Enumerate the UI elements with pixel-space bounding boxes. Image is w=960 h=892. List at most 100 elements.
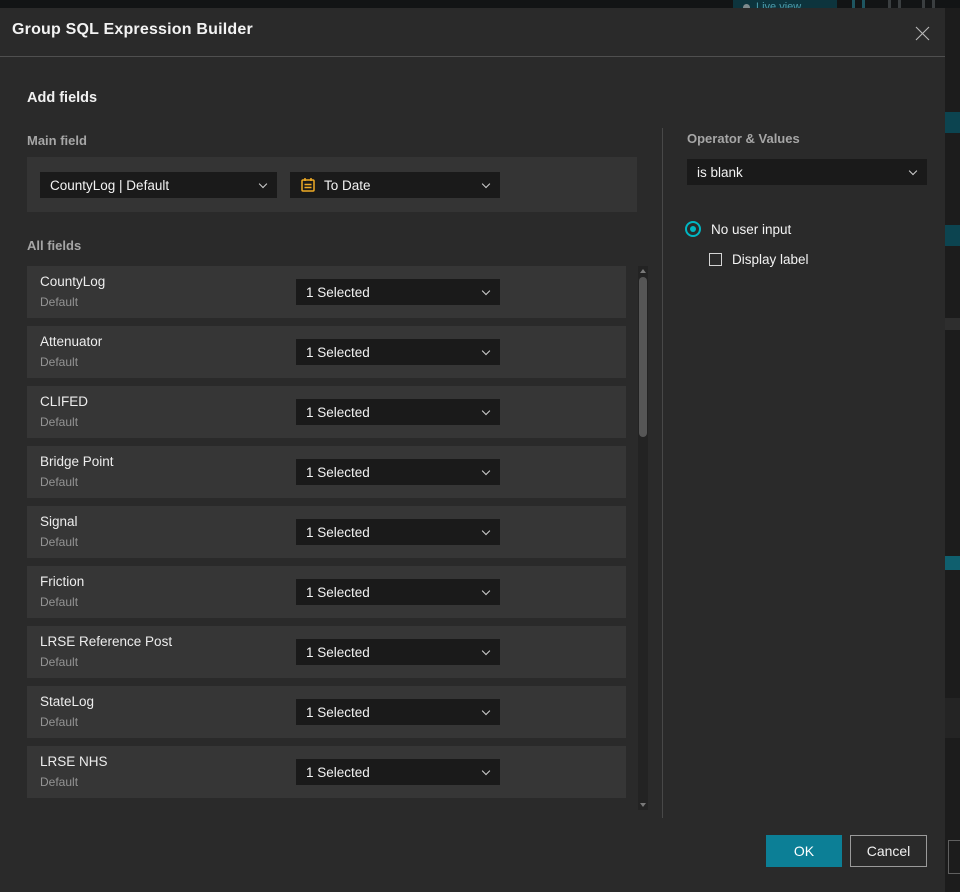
row-selection-value: 1 Selected bbox=[306, 344, 370, 360]
row-selection-value: 1 Selected bbox=[306, 764, 370, 780]
field-row: CLIFED Default 1 Selected bbox=[27, 386, 626, 438]
background-fragment bbox=[945, 698, 960, 738]
field-name: Signal bbox=[40, 514, 78, 529]
background-fragment bbox=[945, 225, 960, 246]
chevron-down-icon bbox=[481, 586, 491, 596]
row-selection-select[interactable]: 1 Selected bbox=[296, 759, 500, 785]
row-selection-value: 1 Selected bbox=[306, 704, 370, 720]
radio-icon bbox=[685, 221, 701, 237]
row-selection-value: 1 Selected bbox=[306, 584, 370, 600]
toolbar-bar-icon bbox=[898, 0, 901, 8]
field-sublabel: Default bbox=[40, 415, 79, 429]
row-selection-value: 1 Selected bbox=[306, 644, 370, 660]
chevron-down-icon bbox=[481, 706, 491, 716]
chevron-down-icon bbox=[481, 526, 491, 536]
background-app-topbar: Live view bbox=[0, 0, 960, 8]
scrollbar-up-arrow-icon[interactable] bbox=[640, 269, 646, 273]
field-sublabel: Default bbox=[40, 775, 79, 789]
field-row: StateLog Default 1 Selected bbox=[27, 686, 626, 738]
toolbar-bar-icon bbox=[852, 0, 855, 8]
toolbar-bar-icon bbox=[922, 0, 925, 8]
row-selection-select[interactable]: 1 Selected bbox=[296, 579, 500, 605]
live-view-button[interactable]: Live view bbox=[733, 0, 837, 8]
operator-select[interactable]: is blank bbox=[687, 159, 927, 185]
field-sublabel: Default bbox=[40, 715, 79, 729]
field-row: LRSE NHS Default 1 Selected bbox=[27, 746, 626, 798]
field-sublabel: Default bbox=[40, 535, 79, 549]
row-selection-select[interactable]: 1 Selected bbox=[296, 339, 500, 365]
no-user-input-radio[interactable]: No user input bbox=[685, 221, 791, 237]
row-selection-select[interactable]: 1 Selected bbox=[296, 399, 500, 425]
dialog-title: Group SQL Expression Builder bbox=[12, 21, 253, 38]
field-row: Attenuator Default 1 Selected bbox=[27, 326, 626, 378]
no-user-input-label: No user input bbox=[711, 221, 792, 237]
field-name: Bridge Point bbox=[40, 454, 114, 469]
all-fields-label: All fields bbox=[27, 238, 82, 253]
scrollbar-thumb[interactable] bbox=[639, 277, 647, 437]
background-fragment bbox=[945, 556, 960, 570]
display-label-checkbox[interactable]: Display label bbox=[709, 252, 809, 267]
calendar-icon bbox=[300, 177, 316, 193]
checkbox-icon bbox=[709, 253, 722, 266]
live-view-label: Live view bbox=[756, 1, 802, 8]
screen: Live view Group SQL Expression Builder A… bbox=[0, 0, 960, 892]
date-field-select[interactable]: To Date bbox=[290, 172, 500, 198]
field-row: CountyLog Default 1 Selected bbox=[27, 266, 626, 318]
add-fields-heading: Add fields bbox=[27, 90, 98, 106]
chevron-down-icon bbox=[481, 766, 491, 776]
operator-select-value: is blank bbox=[697, 164, 743, 180]
background-fragment bbox=[945, 112, 960, 133]
background-fragment bbox=[948, 840, 960, 874]
field-name: Friction bbox=[40, 574, 85, 589]
main-field-select-value: CountyLog | Default bbox=[50, 177, 170, 193]
ok-button[interactable]: OK bbox=[766, 835, 842, 867]
row-selection-value: 1 Selected bbox=[306, 404, 370, 420]
main-field-panel: CountyLog | Default To Date bbox=[27, 157, 637, 212]
row-selection-value: 1 Selected bbox=[306, 284, 370, 300]
field-name: LRSE Reference Post bbox=[40, 634, 173, 649]
toolbar-bar-icon bbox=[862, 0, 865, 8]
chevron-down-icon bbox=[258, 179, 268, 189]
main-field-select[interactable]: CountyLog | Default bbox=[40, 172, 277, 198]
row-selection-select[interactable]: 1 Selected bbox=[296, 459, 500, 485]
field-sublabel: Default bbox=[40, 355, 79, 369]
field-row: Bridge Point Default 1 Selected bbox=[27, 446, 626, 498]
date-field-select-value: To Date bbox=[324, 177, 371, 193]
chevron-down-icon bbox=[481, 406, 491, 416]
display-label-text: Display label bbox=[732, 252, 809, 267]
chevron-down-icon bbox=[481, 466, 491, 476]
chevron-down-icon bbox=[481, 646, 491, 656]
close-button[interactable] bbox=[905, 16, 939, 50]
background-app-right-strip bbox=[945, 8, 960, 892]
close-icon bbox=[915, 26, 929, 40]
row-selection-select[interactable]: 1 Selected bbox=[296, 279, 500, 305]
field-row: Friction Default 1 Selected bbox=[27, 566, 626, 618]
row-selection-select[interactable]: 1 Selected bbox=[296, 519, 500, 545]
field-row: Signal Default 1 Selected bbox=[27, 506, 626, 558]
row-selection-select[interactable]: 1 Selected bbox=[296, 639, 500, 665]
chevron-down-icon bbox=[481, 286, 491, 296]
field-sublabel: Default bbox=[40, 475, 79, 489]
row-selection-select[interactable]: 1 Selected bbox=[296, 699, 500, 725]
chevron-down-icon bbox=[481, 179, 491, 189]
field-name: CountyLog bbox=[40, 274, 106, 289]
row-selection-value: 1 Selected bbox=[306, 464, 370, 480]
chevron-down-icon bbox=[908, 166, 918, 176]
list-scrollbar[interactable] bbox=[638, 266, 648, 810]
field-name: Attenuator bbox=[40, 334, 103, 349]
scrollbar-down-arrow-icon[interactable] bbox=[640, 803, 646, 807]
dialog-header: Group SQL Expression Builder bbox=[0, 8, 945, 57]
chevron-down-icon bbox=[481, 346, 491, 356]
field-sublabel: Default bbox=[40, 655, 79, 669]
operator-values-label: Operator & Values bbox=[687, 131, 800, 146]
toolbar-bar-icon bbox=[932, 0, 935, 8]
row-selection-value: 1 Selected bbox=[306, 524, 370, 540]
toolbar-bar-icon bbox=[888, 0, 891, 8]
field-row: LRSE Reference Post Default 1 Selected bbox=[27, 626, 626, 678]
all-fields-list: CountyLog Default 1 Selected Attenuator … bbox=[27, 266, 626, 806]
cancel-button[interactable]: Cancel bbox=[850, 835, 927, 867]
field-name: LRSE NHS bbox=[40, 754, 108, 769]
group-sql-expression-builder-dialog: Group SQL Expression Builder Add fields … bbox=[0, 8, 945, 892]
main-field-label: Main field bbox=[27, 133, 87, 148]
column-divider bbox=[662, 128, 663, 818]
